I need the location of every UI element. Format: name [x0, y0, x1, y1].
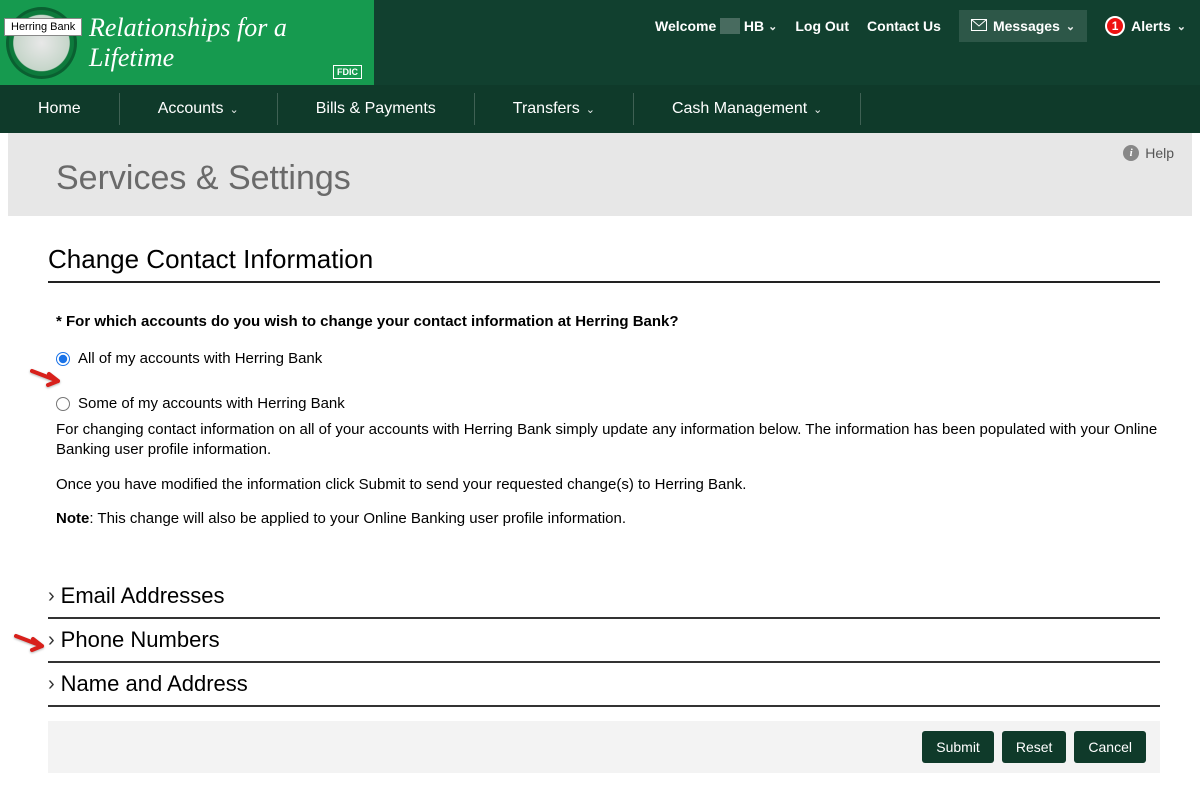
nav-accounts[interactable]: Accounts ⌄	[120, 85, 277, 133]
messages-menu[interactable]: Messages ⌄	[959, 10, 1087, 42]
brand-tagline: Relationships for a Lifetime	[89, 13, 374, 73]
page-header: i Help Services & Settings	[8, 133, 1192, 216]
nav-cash-label: Cash Management	[672, 100, 807, 118]
cancel-button[interactable]: Cancel	[1074, 731, 1146, 763]
radio-some-label: Some of my accounts with Herring Bank	[78, 395, 345, 412]
accordion-phone[interactable]: › Phone Numbers	[48, 619, 1160, 663]
radio-all-accounts[interactable]: All of my accounts with Herring Bank	[56, 350, 1160, 367]
annotation-arrow-icon	[30, 367, 64, 387]
chevron-right-icon: ›	[48, 673, 55, 696]
note-label: Note	[56, 510, 89, 527]
user-initials: HB	[744, 18, 764, 34]
radio-all-label: All of my accounts with Herring Bank	[78, 350, 322, 367]
alerts-label: Alerts	[1131, 18, 1171, 34]
nav-home[interactable]: Home	[0, 85, 119, 133]
logout-link[interactable]: Log Out	[795, 18, 849, 34]
help-link[interactable]: i Help	[1123, 145, 1174, 161]
reset-button[interactable]: Reset	[1002, 731, 1067, 763]
envelope-icon	[971, 18, 987, 34]
fdic-mark: FDIC	[333, 65, 362, 79]
info-icon: i	[1123, 145, 1139, 161]
chevron-down-icon: ⌄	[768, 20, 777, 33]
note-para: Note: This change will also be applied t…	[56, 509, 1160, 529]
nav-cash-management[interactable]: Cash Management ⌄	[634, 85, 860, 133]
instruction-para-2: Once you have modified the information c…	[56, 475, 1160, 495]
chevron-down-icon: ⌄	[230, 103, 239, 116]
help-label: Help	[1145, 145, 1174, 161]
chevron-down-icon: ⌄	[1177, 20, 1186, 33]
top-links: Welcome HB ⌄ Log Out Contact Us Messages…	[655, 0, 1200, 42]
top-bar: Herring Bank Relationships for a Lifetim…	[0, 0, 1200, 85]
accordion-phone-label: Phone Numbers	[61, 627, 220, 653]
instruction-para-1: For changing contact information on all …	[56, 420, 1160, 461]
radio-some-input[interactable]	[56, 397, 70, 411]
radio-some-accounts[interactable]: Some of my accounts with Herring Bank	[56, 395, 1160, 412]
accordion-group: › Email Addresses › Phone Numbers › Name…	[48, 575, 1160, 707]
nav-transfers[interactable]: Transfers ⌄	[475, 85, 633, 133]
accordion-name-address[interactable]: › Name and Address	[48, 663, 1160, 707]
radio-all-input[interactable]	[56, 352, 70, 366]
main-content: Change Contact Information * For which a…	[0, 216, 1200, 793]
accordion-email-label: Email Addresses	[61, 583, 225, 609]
instructional-text: For changing contact information on all …	[48, 420, 1160, 529]
submit-button[interactable]: Submit	[922, 731, 994, 763]
chevron-down-icon: ⌄	[586, 103, 595, 116]
nav-bills[interactable]: Bills & Payments	[278, 85, 474, 133]
alert-count-badge: 1	[1105, 16, 1125, 36]
brand-block: Herring Bank Relationships for a Lifetim…	[0, 0, 374, 85]
nav-accounts-label: Accounts	[158, 100, 224, 118]
page-title: Services & Settings	[56, 159, 1152, 198]
messages-label: Messages	[993, 18, 1060, 34]
welcome-user-menu[interactable]: Welcome HB ⌄	[655, 18, 777, 34]
nav-separator	[860, 93, 861, 125]
accordion-name-label: Name and Address	[61, 671, 248, 697]
user-avatar-placeholder	[720, 18, 740, 34]
nav-transfers-label: Transfers	[513, 100, 580, 118]
welcome-label: Welcome	[655, 18, 716, 34]
section-title: Change Contact Information	[48, 244, 1160, 283]
action-bar: Submit Reset Cancel	[48, 721, 1160, 773]
account-scope-question: * For which accounts do you wish to chan…	[56, 313, 1160, 330]
chevron-right-icon: ›	[48, 585, 55, 608]
main-nav: Home Accounts ⌄ Bills & Payments Transfe…	[0, 85, 1200, 133]
accordion-email[interactable]: › Email Addresses	[48, 575, 1160, 619]
brand-tooltip: Herring Bank	[4, 18, 82, 36]
note-text: : This change will also be applied to yo…	[89, 510, 626, 527]
annotation-arrow-icon	[14, 632, 48, 652]
contact-us-link[interactable]: Contact Us	[867, 18, 941, 34]
chevron-down-icon: ⌄	[1066, 20, 1075, 33]
chevron-down-icon: ⌄	[813, 103, 822, 116]
alerts-menu[interactable]: 1 Alerts ⌄	[1105, 16, 1186, 36]
